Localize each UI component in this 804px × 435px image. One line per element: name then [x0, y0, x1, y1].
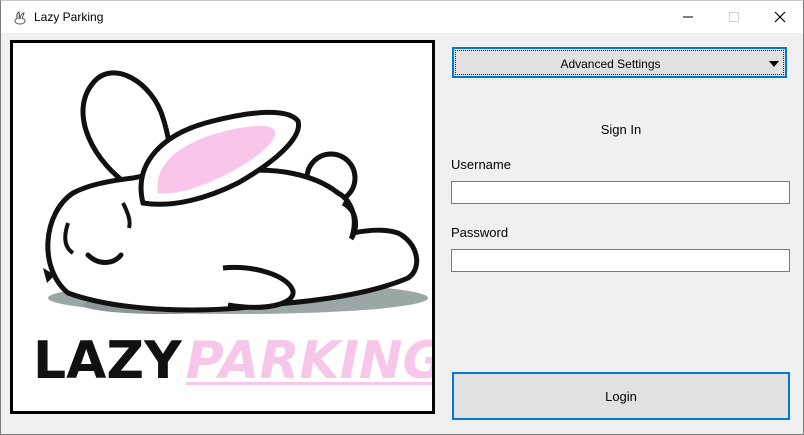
title-bar[interactable]: Lazy Parking: [1, 1, 803, 33]
username-input[interactable]: [451, 181, 790, 204]
rabbit-app-icon: [14, 11, 26, 25]
logo-panel: LAZYPARKING: [10, 40, 435, 414]
login-button[interactable]: Login: [452, 372, 790, 420]
chevron-down-icon[interactable]: [769, 61, 779, 67]
app-window: Lazy Parking LAZYPARKING Advanced Settin…: [0, 0, 804, 435]
logo-word-parking: PARKING: [185, 331, 435, 391]
window-title: Lazy Parking: [34, 10, 104, 24]
logo-wordmark: LAZYPARKING: [33, 335, 432, 387]
sleeping-rabbit-illustration: [43, 70, 428, 314]
logo-word-lazy: LAZY: [33, 331, 182, 391]
close-icon: [774, 11, 786, 23]
minimize-icon: [683, 16, 693, 18]
password-label: Password: [451, 225, 509, 240]
close-button[interactable]: [757, 1, 803, 33]
maximize-button: [711, 1, 757, 33]
maximize-icon: [729, 12, 739, 22]
username-label: Username: [451, 157, 511, 172]
sign-in-heading: Sign In: [600, 122, 642, 137]
advanced-settings-dropdown[interactable]: Advanced Settings: [452, 47, 787, 78]
advanced-settings-label: Advanced Settings: [560, 57, 661, 71]
password-input[interactable]: [451, 249, 790, 272]
minimize-button[interactable]: [665, 1, 711, 33]
